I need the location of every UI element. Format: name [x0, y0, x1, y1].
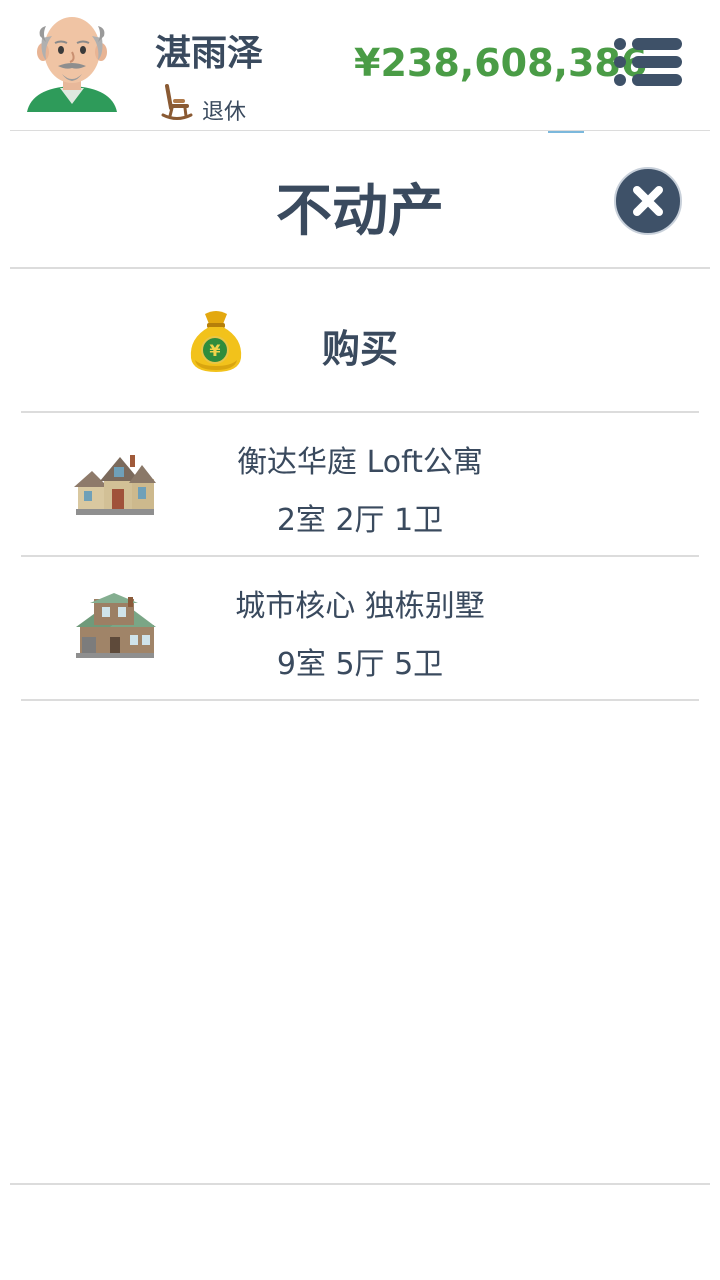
status-header: 湛雨泽 退休 ¥238,608,386	[0, 0, 720, 131]
money-balance: ¥238,608,386	[354, 41, 648, 85]
buy-label: 购买	[322, 327, 399, 371]
close-button[interactable]	[613, 166, 683, 236]
buy-property-button[interactable]: ¥ 购买	[0, 270, 720, 410]
header-indicator	[548, 131, 584, 133]
list-menu-icon	[614, 38, 682, 86]
property-name: 城市核心 独栋别墅	[235, 589, 485, 624]
title-divider	[10, 267, 710, 269]
menu-button[interactable]	[610, 34, 686, 94]
property-item-loft[interactable]: 衡达华庭 Loft公寓 2室 2厅 1卫	[0, 413, 720, 555]
property-rooms: 2室 2厅 1卫	[276, 503, 444, 538]
property-rooms: 9室 5厅 5卫	[276, 647, 444, 682]
avatar	[22, 8, 122, 120]
close-icon	[614, 167, 682, 235]
rocking-chair-icon	[161, 82, 193, 122]
career-status: 退休	[202, 100, 247, 125]
footer-divider	[10, 1183, 710, 1185]
property-name: 衡达华庭 Loft公寓	[237, 445, 483, 480]
svg-text:¥: ¥	[209, 341, 220, 360]
player-name: 湛雨泽	[155, 33, 264, 74]
row-divider	[21, 699, 699, 701]
header-divider	[10, 130, 710, 131]
property-item-villa[interactable]: 城市核心 独栋别墅 9室 5厅 5卫	[0, 557, 720, 699]
money-bag-icon: ¥	[185, 308, 247, 374]
page-title: 不动产	[276, 179, 444, 244]
